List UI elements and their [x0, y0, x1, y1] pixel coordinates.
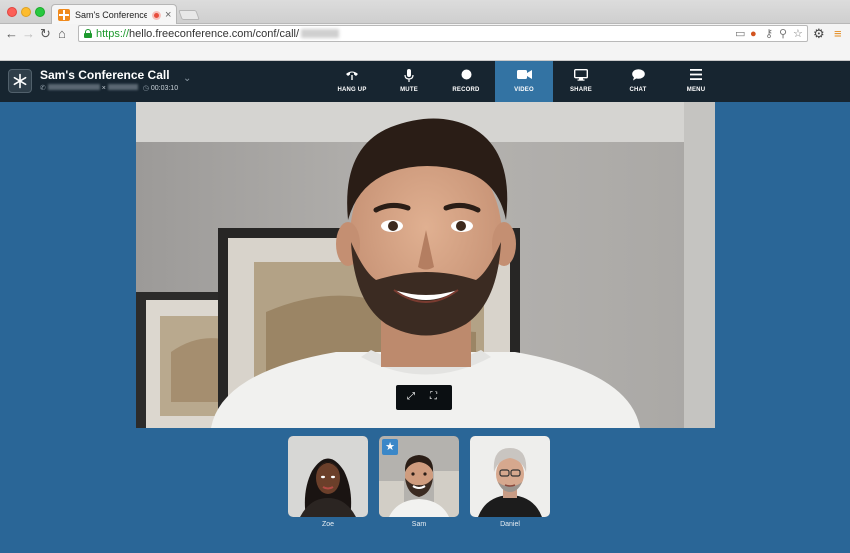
hang-up-label: HANG UP: [337, 87, 367, 93]
video-label: VIDEO: [514, 87, 534, 93]
extension-icon[interactable]: ●: [750, 27, 757, 41]
access-code-redacted: [107, 84, 138, 90]
mute-label: MUTE: [400, 87, 418, 93]
freeconference-favicon-icon: [58, 9, 70, 21]
tab-title: Sam's Conference Call: [75, 10, 147, 20]
conference-header: Sam's Conference Call ✆ × ◷ 00:03:10 ⌄ H…: [0, 61, 850, 102]
dial-in-number-redacted: [47, 84, 100, 90]
share-label: SHARE: [569, 87, 592, 93]
participant-thumbnail-sam[interactable]: ★: [379, 436, 459, 517]
close-window-button[interactable]: [7, 7, 17, 17]
tab-close-icon[interactable]: ×: [165, 8, 171, 22]
camera-permission-icon[interactable]: ▭: [735, 27, 745, 41]
fullscreen-icon[interactable]: ⛶: [430, 390, 437, 404]
video-expand-controls: ⤢ ⛶: [396, 385, 452, 410]
key-icon[interactable]: ⚷: [765, 27, 773, 41]
record-label: RECORD: [452, 87, 480, 93]
clock-icon: ◷: [142, 85, 149, 92]
chrome-menu-icon[interactable]: ≡: [834, 25, 842, 43]
participant-name-sam: Sam: [411, 521, 427, 528]
recording-indicator-icon: [152, 11, 161, 20]
star-icon[interactable]: ★: [382, 439, 398, 455]
monitor-icon: [562, 69, 600, 83]
browser-tab[interactable]: Sam's Conference Call ×: [51, 4, 177, 25]
browser-tab-bar: Sam's Conference Call ×: [0, 0, 850, 25]
record-button[interactable]: RECORD: [446, 61, 486, 102]
call-title: Sam's Conference Call: [40, 68, 170, 82]
browser-toolbar: ← → ↻ ⌂ https://hello.freeconference.com…: [0, 24, 850, 44]
phone-icon: [332, 69, 372, 83]
video-camera-icon: [495, 69, 553, 83]
minimize-window-button[interactable]: [21, 7, 31, 17]
share-button[interactable]: SHARE: [562, 61, 600, 102]
settings-gear-icon[interactable]: ⚙: [813, 25, 825, 43]
address-bar[interactable]: https://hello.freeconference.com/conf/ca…: [78, 25, 808, 42]
video-button[interactable]: VIDEO: [495, 61, 553, 102]
chat-button[interactable]: CHAT: [620, 61, 656, 102]
chat-bubble-icon: [620, 69, 656, 83]
url-text: https://hello.freeconference.com/conf/ca…: [96, 27, 340, 41]
expand-arrows-icon[interactable]: ⤢: [407, 390, 415, 404]
lock-icon: [84, 29, 92, 38]
participant-name-zoe: Zoe: [321, 521, 335, 528]
call-duration: 00:03:10: [150, 85, 179, 92]
toolbar-spacer: [0, 44, 850, 61]
chevron-down-icon[interactable]: ⌄: [183, 73, 191, 84]
menu-button[interactable]: MENU: [677, 61, 715, 102]
main-video-feed[interactable]: [136, 102, 715, 428]
phone-small-icon: ✆: [40, 85, 46, 92]
reload-icon[interactable]: ↻: [40, 25, 51, 43]
freeconference-logo-icon: [8, 69, 32, 93]
participant-thumbnail-zoe[interactable]: [288, 436, 368, 517]
chat-label: CHAT: [629, 87, 647, 93]
new-tab-button[interactable]: [178, 10, 200, 20]
hang-up-button[interactable]: HANG UP: [332, 61, 372, 102]
home-icon[interactable]: ⌂: [58, 25, 66, 43]
daniel-video-image: [470, 436, 550, 517]
bookmark-star-icon[interactable]: ☆: [793, 27, 803, 41]
call-info: ✆ × ◷ 00:03:10: [40, 84, 179, 92]
record-icon: [446, 69, 486, 83]
forward-arrow-icon[interactable]: →: [22, 25, 35, 43]
participant-name-daniel: Daniel: [500, 521, 520, 528]
hamburger-icon: [677, 69, 715, 83]
mute-button[interactable]: MUTE: [392, 61, 426, 102]
menu-label: MENU: [686, 87, 706, 93]
speaker-video-image: [136, 102, 715, 428]
microphone-icon: [392, 69, 426, 83]
participant-thumbnail-daniel[interactable]: [470, 436, 550, 517]
zoom-window-button[interactable]: [35, 7, 45, 17]
zoe-video-image: [288, 436, 368, 517]
back-arrow-icon[interactable]: ←: [5, 25, 18, 43]
search-icon[interactable]: ⚲: [779, 27, 787, 41]
